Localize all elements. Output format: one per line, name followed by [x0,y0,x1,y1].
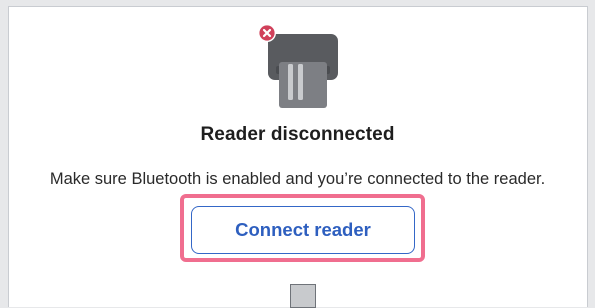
partial-element [290,284,316,308]
status-title: Reader disconnected [200,124,395,145]
card-reader-icon [257,24,343,112]
connect-reader-button[interactable]: Connect reader [191,206,415,254]
error-x-badge-icon [258,24,276,42]
status-message: Make sure Bluetooth is enabled and you’r… [49,170,546,188]
